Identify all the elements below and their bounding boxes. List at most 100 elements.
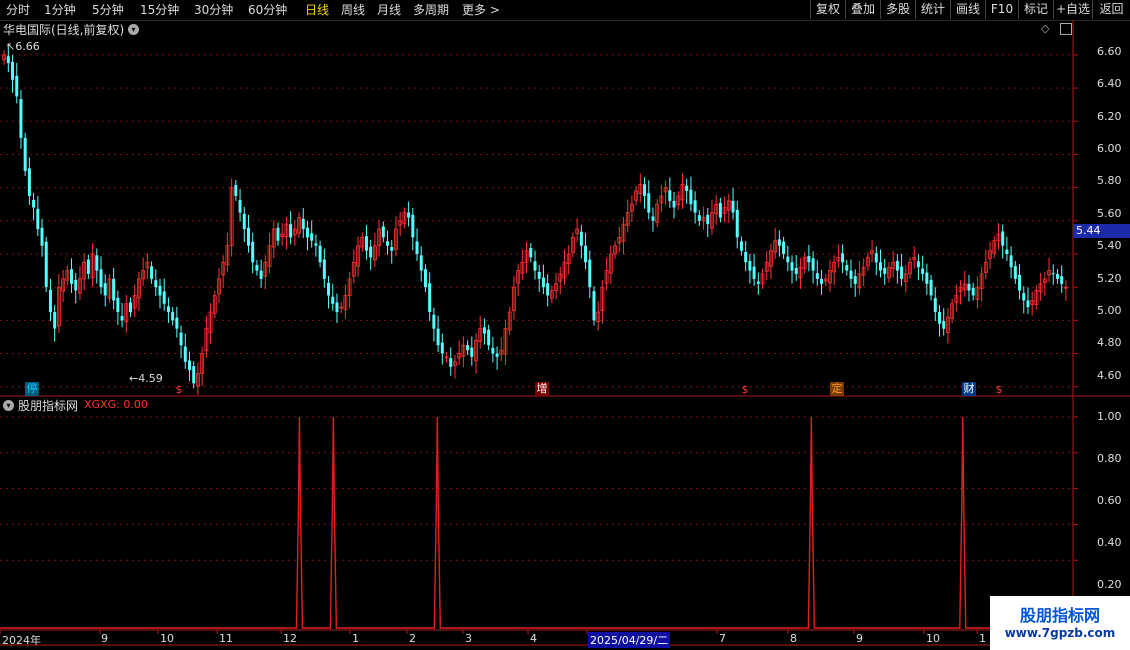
candle-body [289, 224, 293, 238]
candle-body [685, 185, 689, 191]
candle-body [967, 283, 971, 291]
candle-body [171, 312, 175, 321]
price-axis-tick: 4.80 [1097, 336, 1122, 349]
date-axis-tick: 10 [926, 632, 940, 645]
candle-body [579, 231, 583, 246]
event-badge-dividend[interactable]: $ [738, 383, 752, 397]
date-axis-tick: 9 [101, 632, 108, 645]
candle-body [697, 215, 701, 221]
indicator-options-icon[interactable]: ▾ [3, 400, 14, 411]
date-axis-tick: 2024年 [2, 634, 41, 647]
price-axis-tick: 5.80 [1097, 174, 1122, 187]
candle-body [786, 256, 790, 263]
event-badge-label: $ [175, 383, 183, 396]
candle-body [74, 279, 78, 291]
candle-body [895, 260, 899, 271]
indicator-series [0, 416, 1073, 629]
diamond-icon[interactable]: ◇ [1041, 22, 1049, 35]
price-axis-tick: 5.20 [1097, 272, 1122, 285]
low-price-marker: ←4.59 [129, 372, 163, 385]
candle-body [11, 61, 15, 80]
event-badge-dividend[interactable]: $ [172, 383, 186, 397]
candle-body [95, 255, 99, 271]
event-badge-label: 定 [831, 382, 843, 395]
candle-body [166, 306, 170, 313]
candle-body [790, 262, 794, 271]
candle-body [120, 316, 124, 321]
candle-body [794, 267, 798, 274]
chart-options-icon[interactable]: ▾ [128, 24, 139, 35]
price-axis-tick: 4.60 [1097, 369, 1122, 382]
candle-body [1022, 293, 1026, 301]
candle-body [495, 353, 499, 357]
candle-body [36, 208, 40, 230]
date-axis-tick: 12 [283, 632, 297, 645]
candle-body [335, 302, 339, 313]
candle-body [470, 347, 474, 357]
event-badge-placement[interactable]: 定 [830, 382, 844, 396]
candle-body [482, 327, 486, 334]
event-badge-label: 增 [536, 382, 548, 395]
candle-body [651, 216, 655, 221]
candle-body [305, 227, 309, 238]
candle-body [1001, 231, 1005, 246]
candle-body [154, 280, 158, 288]
candle-body [436, 328, 440, 346]
candle-body [419, 255, 423, 271]
current-price-label: 5.44 [1073, 224, 1130, 238]
candle-body [112, 278, 116, 301]
candle-body [491, 347, 495, 354]
candle-body [331, 296, 335, 304]
candle-body [322, 259, 326, 279]
candle-body [807, 255, 811, 263]
candle-body [187, 360, 191, 371]
event-badge-suspend[interactable]: 停 [25, 382, 39, 396]
candle-body [672, 200, 676, 208]
candle-body [276, 227, 280, 241]
date-axis-tick: 4 [530, 632, 537, 645]
grid-lines [0, 54, 1073, 561]
candle-body [533, 261, 537, 271]
indicator-axis-tick: 0.20 [1097, 578, 1122, 591]
candle-body [744, 251, 748, 263]
candle-body [900, 266, 904, 279]
candle-body [1055, 273, 1059, 279]
candle-body [381, 226, 385, 238]
event-badge-label: 停 [26, 382, 38, 395]
candle-body [971, 287, 975, 296]
indicator-value: XGXG: 0.00 [84, 398, 148, 411]
price-axis-tick: 5.60 [1097, 207, 1122, 220]
watermark-url: www.7gpzb.com [1004, 626, 1116, 640]
event-badge-financial[interactable]: 财 [962, 382, 976, 396]
candle-body [921, 268, 925, 274]
event-badge-dividend[interactable]: $ [992, 383, 1006, 397]
candle-body [466, 345, 470, 351]
panel-toggle-icon[interactable] [1060, 23, 1072, 35]
candle-body [592, 291, 596, 321]
candle-body [364, 236, 368, 251]
candle-body [158, 285, 162, 296]
candle-body [693, 200, 697, 213]
candle-body [841, 253, 845, 263]
candle-body [103, 283, 107, 296]
candle-body [1005, 249, 1009, 254]
candle-body [192, 366, 196, 384]
candle-body [718, 202, 722, 218]
price-axis-tick: 6.60 [1097, 45, 1122, 58]
candle-body [162, 291, 166, 304]
candle-body [390, 247, 394, 251]
candle-body [314, 243, 318, 246]
candle-body [369, 246, 373, 258]
candle-body [327, 282, 331, 296]
candle-body [32, 199, 36, 208]
candle-body [86, 259, 90, 274]
candle-body [238, 199, 242, 213]
event-badge-increase[interactable]: 增 [535, 382, 549, 396]
candle-body [689, 189, 693, 205]
indicator-axis-tick: 0.40 [1097, 536, 1122, 549]
candle-body [849, 270, 853, 279]
candle-body [643, 184, 647, 196]
candle-body [925, 272, 929, 284]
candle-body [150, 266, 154, 279]
candle-body [845, 264, 849, 271]
